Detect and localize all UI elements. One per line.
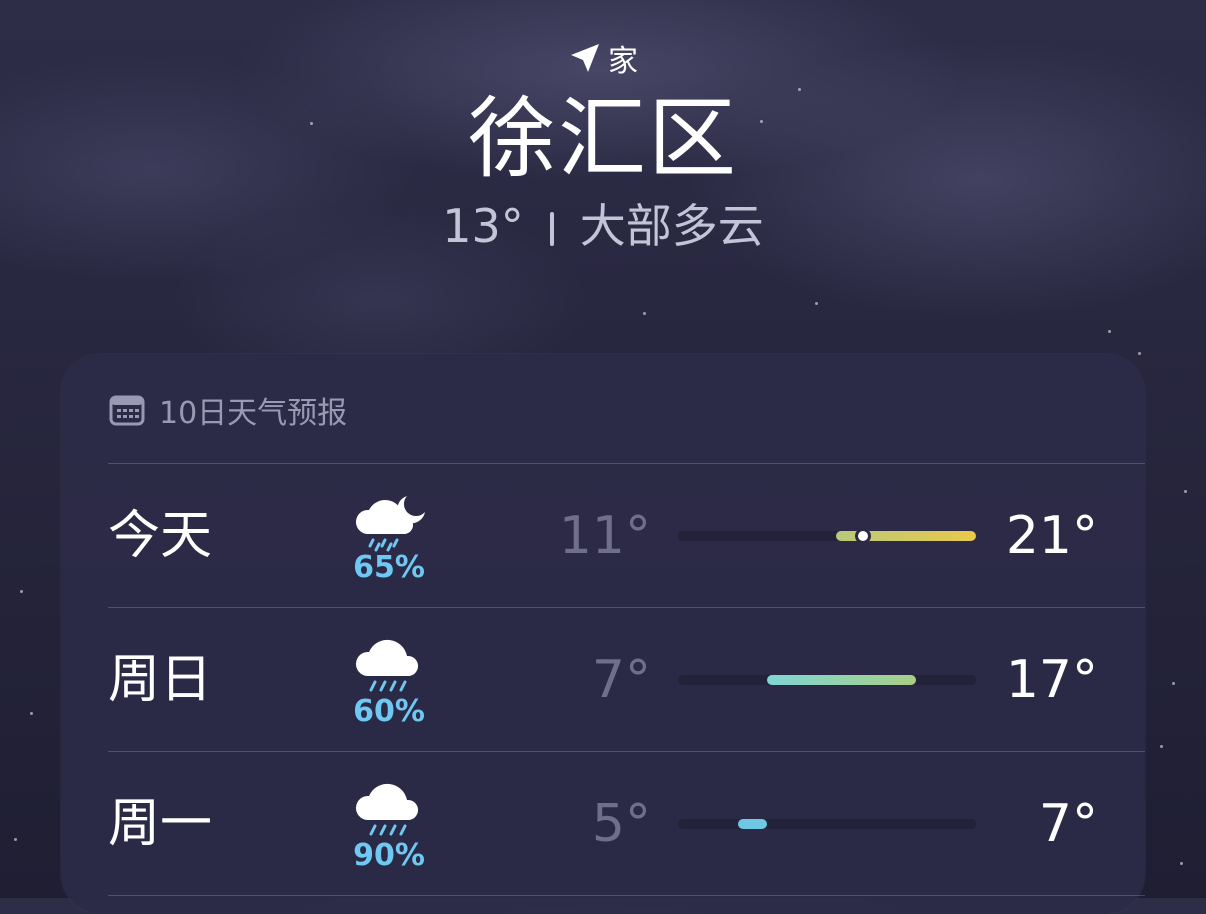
current-temp-indicator bbox=[854, 528, 871, 544]
location-label-row: 家 bbox=[0, 36, 1206, 80]
cloud-rain-icon bbox=[355, 639, 419, 692]
star bbox=[1172, 682, 1175, 685]
location-header: 家 徐汇区 13° 大部多云 bbox=[0, 36, 1206, 256]
star bbox=[30, 712, 33, 715]
cloud-rain-icon bbox=[355, 783, 419, 836]
star bbox=[20, 590, 23, 593]
temp-range-bar bbox=[678, 528, 976, 544]
forecast-row-monday[interactable]: 周一 90% 5° 7° bbox=[61, 752, 1145, 896]
precip-chance: 60% bbox=[353, 694, 425, 729]
forecast-row-today[interactable]: 今天 65% 11° 21° bbox=[61, 464, 1145, 608]
calendar-icon bbox=[109, 395, 145, 426]
current-condition: 大部多云 bbox=[579, 199, 764, 253]
star bbox=[1108, 330, 1111, 333]
high-temp: 7° bbox=[1038, 794, 1098, 854]
star bbox=[1160, 745, 1163, 748]
precip-chance: 65% bbox=[353, 550, 425, 585]
star bbox=[1138, 352, 1141, 355]
current-summary: 13° 大部多云 bbox=[0, 196, 1206, 256]
forecast-title: 10日天气预报 bbox=[159, 396, 348, 431]
day-label: 今天 bbox=[108, 506, 213, 566]
divider bbox=[108, 895, 1145, 896]
forecast-title-row: 10日天气预报 bbox=[109, 392, 347, 431]
high-temp: 21° bbox=[1005, 506, 1098, 566]
day-label: 周日 bbox=[108, 650, 213, 710]
location-label: 家 bbox=[608, 44, 638, 79]
star bbox=[1180, 862, 1183, 865]
forecast-row-sunday[interactable]: 周日 60% 7° 17° bbox=[61, 608, 1145, 752]
forecast-card[interactable]: 10日天气预报 今天 65% 11° 21° 周日 60% 7° 17° 周一 … bbox=[61, 354, 1145, 914]
star bbox=[815, 302, 818, 305]
current-temperature: 13° bbox=[442, 199, 524, 253]
cloud-moon-rain-icon bbox=[355, 496, 425, 552]
temp-range-fill bbox=[767, 675, 917, 685]
day-label: 周一 bbox=[108, 794, 213, 854]
high-temp: 17° bbox=[1005, 650, 1098, 710]
precip-chance: 90% bbox=[353, 838, 425, 873]
location-arrow-icon bbox=[571, 44, 599, 72]
star bbox=[14, 838, 17, 841]
star bbox=[643, 312, 646, 315]
temp-range-fill bbox=[737, 819, 768, 829]
temp-range-bar bbox=[678, 675, 976, 685]
city-name: 徐汇区 bbox=[467, 87, 738, 190]
low-temp: 7° bbox=[591, 650, 651, 710]
temp-range-bar bbox=[678, 819, 976, 829]
star bbox=[1184, 490, 1187, 493]
separator bbox=[549, 212, 554, 246]
low-temp: 5° bbox=[591, 794, 651, 854]
low-temp: 11° bbox=[558, 506, 651, 566]
